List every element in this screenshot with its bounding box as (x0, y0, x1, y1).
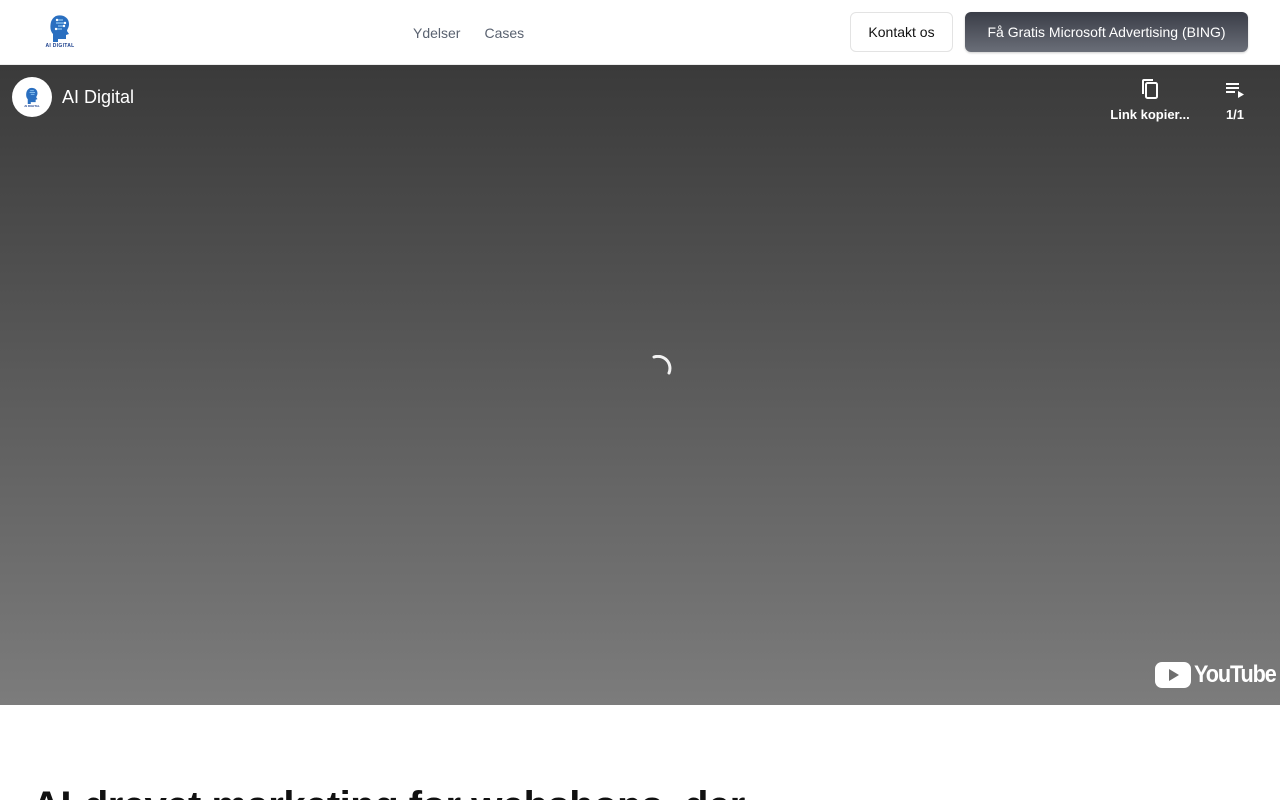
site-header: AI DIGITAL Ydelser Cases Kontakt os Få G… (0, 0, 1280, 65)
logo-text: AI DIGITAL (45, 43, 75, 49)
site-logo[interactable]: AI DIGITAL (40, 14, 80, 52)
copy-link-button[interactable]: Link kopier... (1106, 77, 1194, 122)
youtube-logo-icon (1155, 662, 1191, 688)
copy-link-icon (1142, 79, 1158, 99)
playlist-button[interactable]: 1/1 (1214, 77, 1256, 122)
playlist-count: 1/1 (1225, 107, 1245, 122)
channel-name[interactable]: AI Digital (62, 87, 134, 107)
youtube-logo[interactable]: YouTube (1155, 662, 1280, 688)
avatar-logo-text: AI DIGITAL (24, 103, 40, 108)
main-nav: Ydelser Cases (413, 0, 524, 65)
channel-avatar[interactable]: AI DIGITAL (12, 77, 52, 117)
hero-title: AI-drevet marketing for webshops, der (32, 782, 745, 800)
loading-spinner-icon (652, 355, 672, 375)
copy-link-label: Link kopier... (1110, 107, 1190, 122)
youtube-embed[interactable]: AI DIGITAL AI Digital Link kopier... 1/1… (0, 65, 1280, 705)
nav-item-ydelser[interactable]: Ydelser (413, 25, 460, 41)
ai-head-logo-icon (26, 87, 38, 104)
free-microsoft-ads-button[interactable]: Få Gratis Microsoft Advertising (BING) (965, 12, 1248, 52)
contact-button[interactable]: Kontakt os (850, 12, 953, 52)
nav-item-cases[interactable]: Cases (484, 25, 524, 41)
youtube-wordmark: YouTube (1194, 661, 1277, 688)
playlist-icon (1226, 83, 1244, 98)
ai-head-logo-icon (50, 15, 69, 42)
